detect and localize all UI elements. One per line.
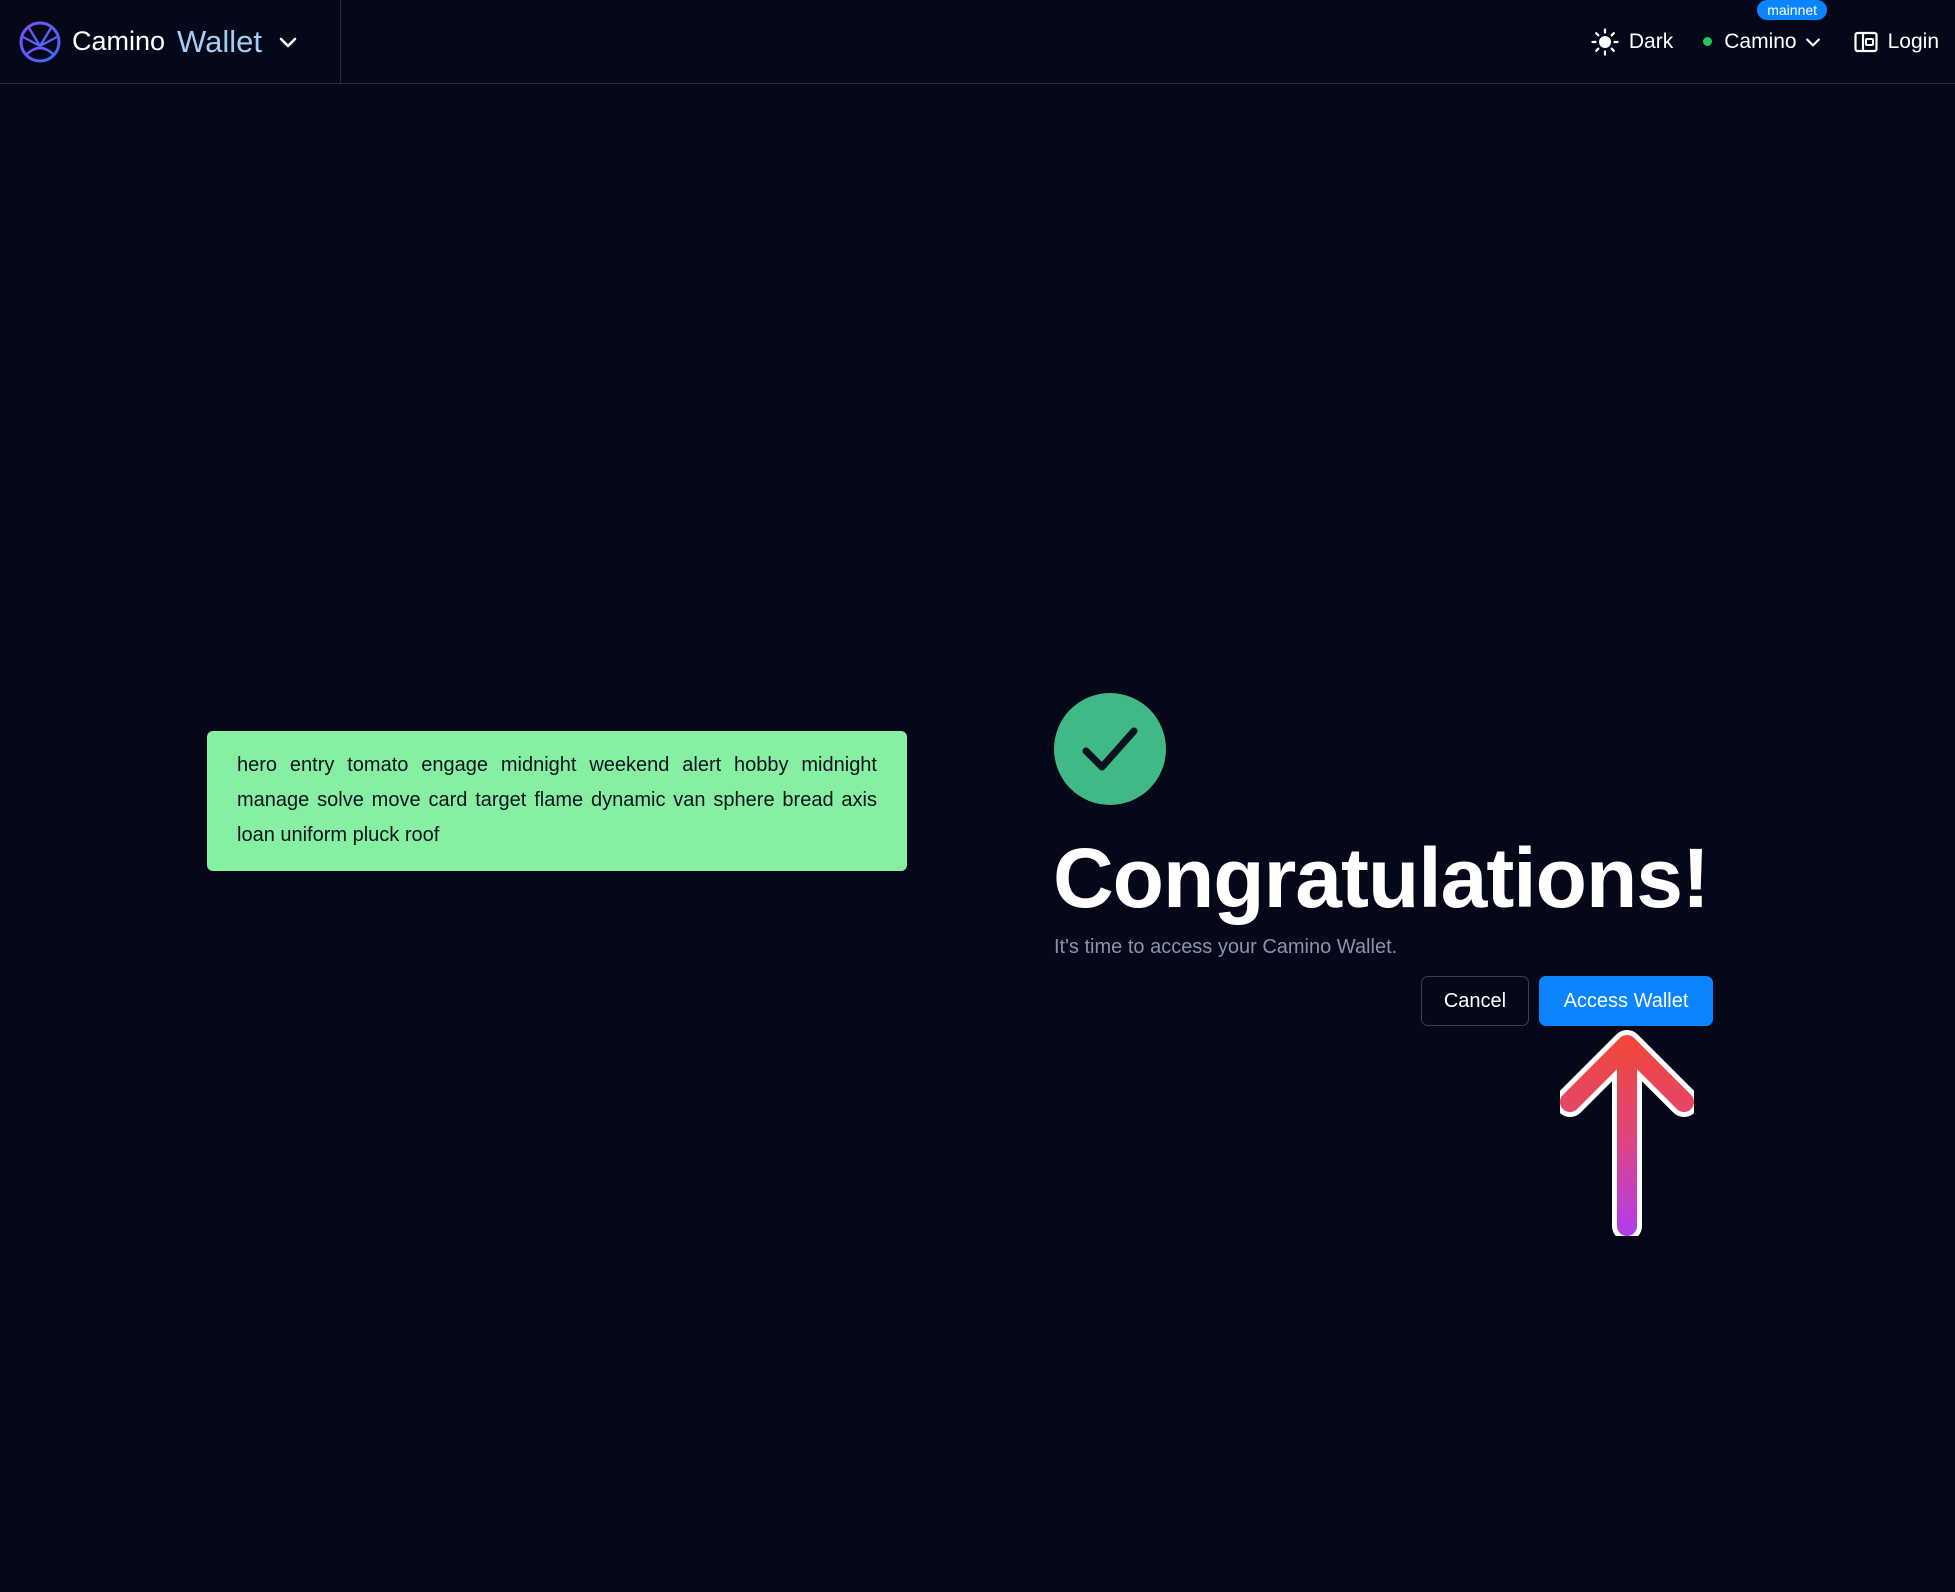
network-badge: mainnet [1757,0,1828,20]
brand-wallet-text: Wallet [177,23,263,59]
access-wallet-button[interactable]: Access Wallet [1539,976,1713,1026]
brand-camino-text: Camino [72,26,166,56]
top-navbar: Camino Wallet Dark mainnet Camino Login [0,0,1955,84]
network-selector[interactable]: mainnet Camino [1703,0,1828,54]
arrow-up-icon [1560,1030,1694,1236]
chevron-down-icon [279,37,297,47]
chevron-down-icon [1805,37,1820,46]
theme-label: Dark [1628,29,1674,53]
header-actions: Dark mainnet Camino Login [1591,0,1939,83]
network-status-dot [1703,37,1713,46]
login-button[interactable]: Login [1853,29,1939,55]
checkmark-icon [1082,727,1138,771]
sun-icon [1591,27,1619,56]
page-subtitle: It's time to access your Camino Wallet. [1054,936,1398,958]
theme-toggle-button[interactable]: Dark [1591,27,1674,56]
login-label: Login [1887,29,1939,53]
success-badge [1054,693,1166,805]
network-label: Camino [1724,29,1797,53]
page-title: Congratulations! [1053,831,1710,925]
wallet-icon [1854,31,1878,52]
mnemonic-phrase-box: hero entry tomato engage midnight weeken… [207,731,907,871]
cancel-button[interactable]: Cancel [1421,976,1529,1026]
camino-logo-icon [19,21,61,62]
app-switcher[interactable]: Camino Wallet [0,0,341,83]
